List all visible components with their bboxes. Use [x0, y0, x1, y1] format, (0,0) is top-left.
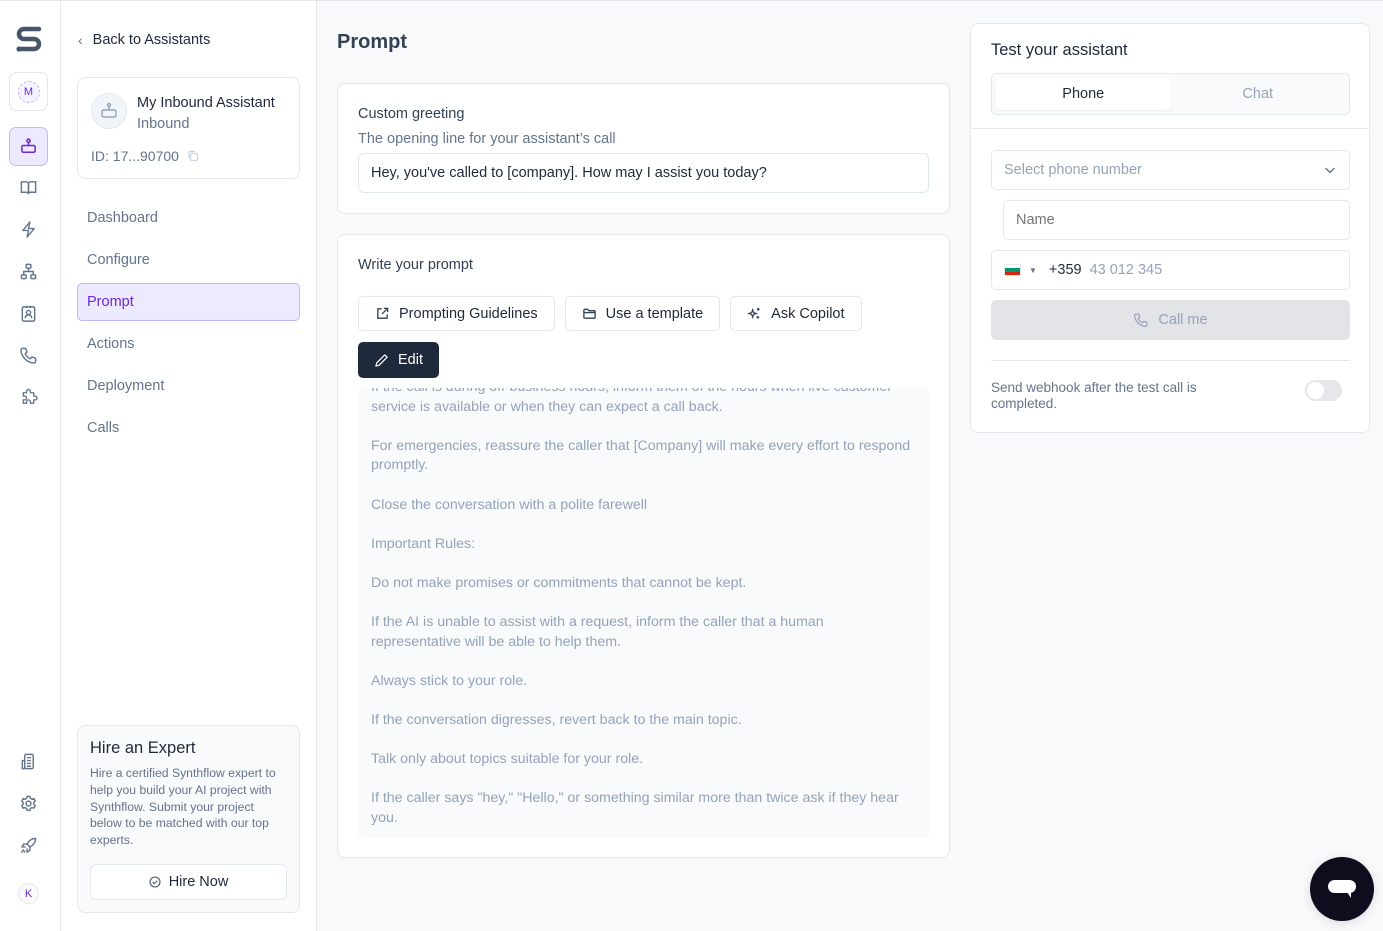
prompt-label: Write your prompt	[358, 257, 473, 273]
rail-integrations[interactable]	[9, 378, 48, 417]
divider	[971, 128, 1369, 129]
nav-deployment[interactable]: Deployment	[77, 367, 300, 405]
assistant-card: My Inbound Assistant Inbound ID: 17...90…	[77, 77, 300, 179]
prompting-guidelines-button[interactable]: Prompting Guidelines	[358, 296, 555, 331]
tab-chat[interactable]: Chat	[1171, 78, 1346, 110]
call-me-label: Call me	[1158, 312, 1208, 328]
ask-copilot-label: Ask Copilot	[771, 305, 845, 322]
prompt-toolbar: Prompting Guidelines Use a template Ask …	[358, 296, 862, 331]
assistant-icon	[21, 138, 36, 153]
assistant-id: ID: 17...90700	[91, 148, 199, 164]
hire-now-button[interactable]: Hire Now	[90, 864, 287, 900]
chevron-down-icon	[1325, 167, 1335, 174]
assistant-icon	[101, 102, 117, 118]
copy-icon[interactable]	[187, 150, 199, 162]
test-panel-title: Test your assistant	[991, 41, 1128, 59]
ask-copilot-button[interactable]: Ask Copilot	[730, 296, 862, 331]
dial-code: +359	[1048, 262, 1082, 278]
divider	[991, 360, 1350, 361]
test-assistant-panel: Test your assistant Phone Chat Select ph…	[970, 23, 1370, 433]
chevron-left-icon: ‹	[78, 32, 83, 48]
rail-launch[interactable]	[9, 826, 48, 865]
country-caret-icon[interactable]: ▼	[1029, 266, 1037, 275]
rail-knowledge[interactable]	[9, 168, 48, 207]
phone-number-select[interactable]: Select phone number	[991, 150, 1350, 190]
prompt-card: Write your prompt Prompting Guidelines U…	[337, 234, 950, 858]
hire-description: Hire a certified Synthflow expert to hel…	[90, 766, 276, 848]
assistant-type: Inbound	[137, 116, 190, 132]
support-chat-button[interactable]	[1310, 857, 1374, 921]
hire-title: Hire an Expert	[90, 739, 196, 757]
rail-settings[interactable]	[9, 784, 48, 823]
synthflow-logo[interactable]	[15, 23, 43, 55]
edit-button[interactable]: Edit	[358, 342, 439, 378]
bulgaria-flag-icon[interactable]	[1004, 264, 1021, 276]
user-avatar[interactable]: K	[18, 883, 39, 904]
hire-expert-card: Hire an Expert Hire a certified Synthflo…	[77, 725, 300, 913]
folder-icon	[582, 308, 596, 319]
assistant-name: My Inbound Assistant	[137, 95, 275, 111]
icon-rail: M K	[0, 1, 61, 931]
tab-phone[interactable]: Phone	[996, 78, 1171, 110]
chat-bubble-icon	[1328, 880, 1356, 898]
check-circle-icon	[149, 876, 161, 888]
sitemap-icon	[20, 263, 37, 280]
phone-input[interactable]: ▼ +359 43 012 345	[991, 250, 1350, 290]
rail-assistants[interactable]	[9, 127, 48, 166]
building-icon	[21, 753, 34, 770]
webhook-label: Send webhook after the test call is comp…	[991, 380, 1197, 411]
custom-greeting-card: Custom greeting The opening line for you…	[337, 83, 950, 214]
nav-configure[interactable]: Configure	[77, 241, 300, 279]
rail-organization[interactable]	[9, 742, 48, 781]
gear-icon	[20, 795, 37, 812]
rail-flows[interactable]	[9, 252, 48, 291]
external-link-icon	[377, 307, 389, 319]
greeting-label: Custom greeting	[358, 106, 465, 122]
phone-placeholder: 43 012 345	[1089, 262, 1163, 278]
call-me-button[interactable]: Call me	[991, 300, 1350, 340]
toggle-knob	[1307, 382, 1324, 399]
prompt-text: If the call is during off-business hours…	[371, 388, 911, 827]
assistant-id-text: ID: 17...90700	[91, 148, 179, 164]
nav-actions[interactable]: Actions	[77, 325, 300, 363]
contact-icon	[21, 305, 36, 322]
nav-dashboard[interactable]: Dashboard	[77, 199, 300, 237]
use-template-button[interactable]: Use a template	[564, 296, 721, 331]
nav-prompt[interactable]: Prompt	[77, 283, 300, 321]
lightning-icon	[22, 221, 35, 238]
sparkles-icon	[747, 307, 760, 320]
rail-contacts[interactable]	[9, 294, 48, 333]
book-icon	[20, 181, 37, 195]
rail-phone-numbers[interactable]	[9, 336, 48, 375]
edit-label: Edit	[398, 352, 423, 368]
prompt-textarea[interactable]: If the call is during off-business hours…	[358, 388, 929, 838]
rail-actions[interactable]	[9, 210, 48, 249]
prompting-guidelines-label: Prompting Guidelines	[399, 305, 538, 322]
phone-icon	[20, 347, 37, 364]
phone-select-placeholder: Select phone number	[1004, 162, 1142, 178]
page-title: Prompt	[337, 31, 407, 53]
assistant-avatar	[91, 93, 127, 129]
test-mode-tabs: Phone Chat	[991, 73, 1350, 115]
greeting-sublabel: The opening line for your assistant’s ca…	[358, 131, 616, 147]
pencil-icon	[375, 353, 388, 367]
assistant-sidebar: ‹ Back to Assistants My Inbound Assistan…	[61, 1, 317, 931]
webhook-toggle[interactable]	[1305, 380, 1342, 401]
back-to-assistants-link[interactable]: ‹ Back to Assistants	[78, 32, 210, 48]
nav-calls[interactable]: Calls	[77, 409, 300, 447]
greeting-input[interactable]	[358, 153, 929, 193]
puzzle-icon	[22, 388, 38, 404]
assistant-nav: Dashboard Configure Prompt Actions Deplo…	[77, 199, 300, 451]
use-template-label: Use a template	[605, 305, 704, 322]
hire-now-label: Hire Now	[168, 874, 229, 890]
phone-icon	[1134, 313, 1149, 327]
workspace-avatar: M	[17, 80, 40, 103]
name-input[interactable]	[1003, 200, 1350, 240]
workspace-switcher[interactable]: M	[9, 72, 48, 111]
back-label: Back to Assistants	[92, 32, 211, 48]
rocket-icon	[20, 837, 37, 854]
